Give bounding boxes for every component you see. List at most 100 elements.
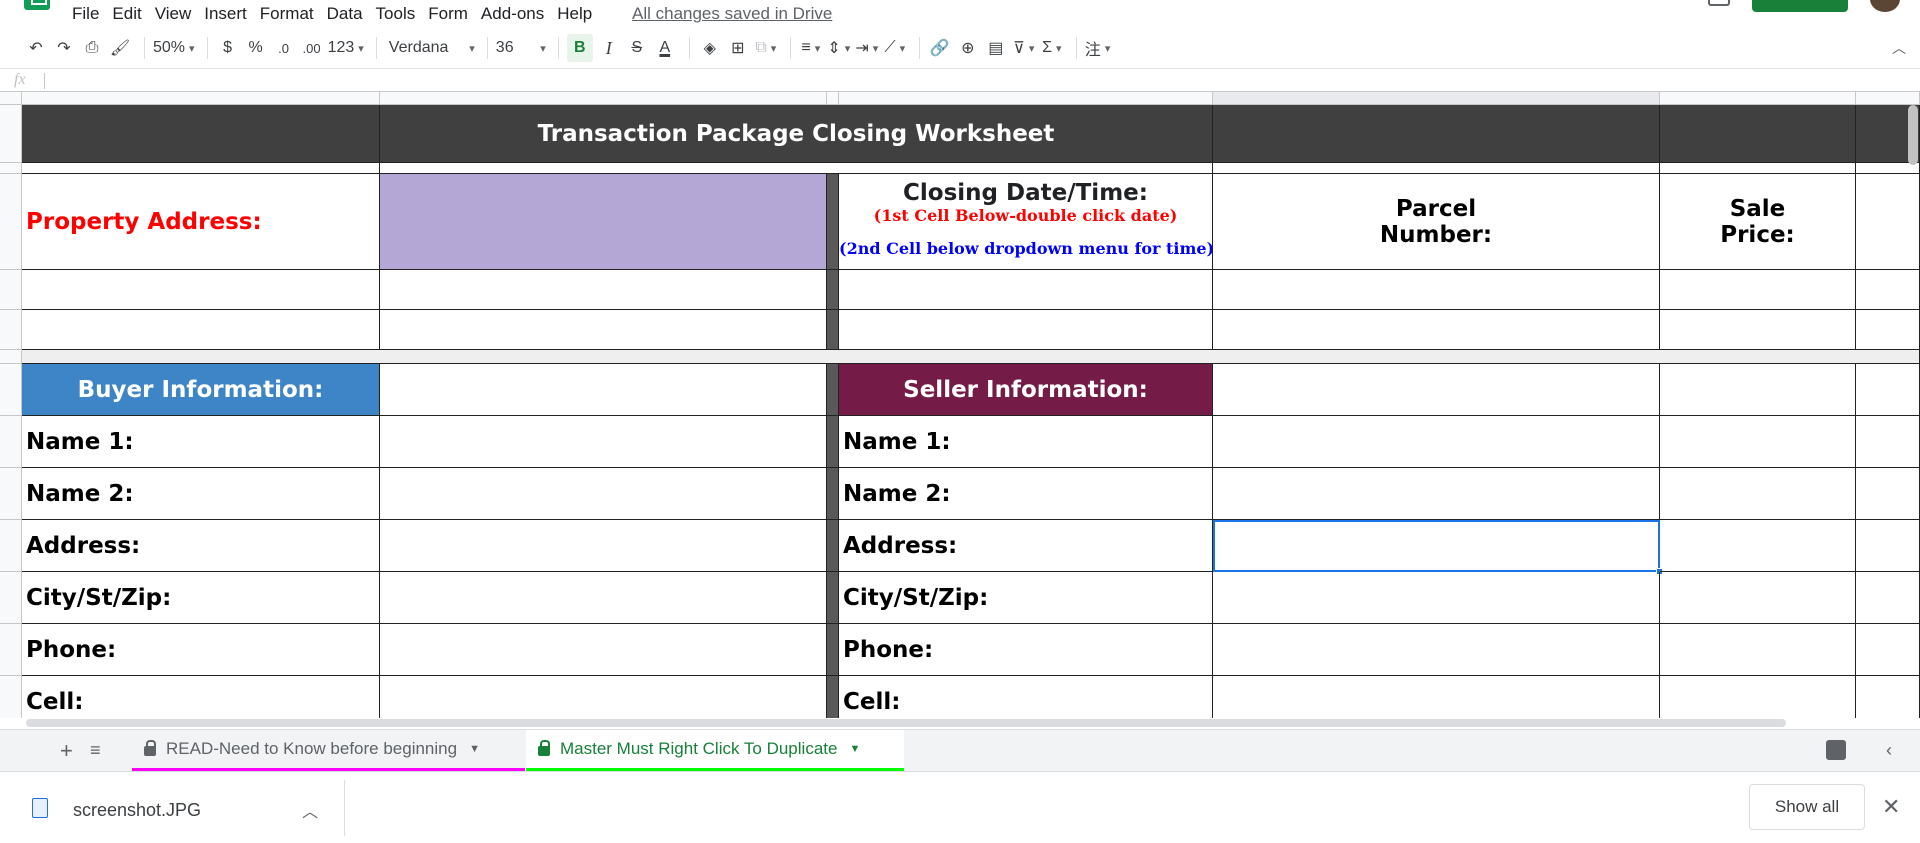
cell[interactable] <box>1856 676 1920 718</box>
menu-view[interactable]: View <box>155 4 192 24</box>
menu-data[interactable]: Data <box>327 4 363 24</box>
zoom-select[interactable]: 50% <box>153 34 195 62</box>
percent-format-button[interactable]: % <box>244 34 268 62</box>
cell-title-right[interactable] <box>1660 105 1856 163</box>
row-header[interactable] <box>0 624 22 676</box>
merge-cells-icon[interactable]: ⧉ <box>754 34 778 62</box>
cell[interactable] <box>1660 310 1856 350</box>
input-tools-icon[interactable]: 注 <box>1085 34 1111 62</box>
buyer-field-input[interactable] <box>380 572 827 624</box>
buyer-field-input[interactable] <box>380 676 827 718</box>
cell[interactable] <box>22 270 380 310</box>
close-icon[interactable]: ✕ <box>1882 794 1900 820</box>
buyer-field-label[interactable]: Address: <box>22 520 380 572</box>
cell[interactable] <box>380 163 1213 174</box>
menu-tools[interactable]: Tools <box>376 4 416 24</box>
sale-price-input[interactable] <box>1660 270 1856 310</box>
text-rotation-icon[interactable]: ⟋ <box>883 34 907 62</box>
closing-date-input[interactable] <box>839 270 1213 310</box>
cell[interactable] <box>1660 624 1856 676</box>
column-header-a[interactable] <box>22 92 380 105</box>
closing-time-dropdown[interactable] <box>839 310 1213 350</box>
cell[interactable] <box>1660 364 1856 416</box>
column-header-c[interactable] <box>827 92 839 105</box>
vertical-scrollbar[interactable] <box>1908 105 1918 165</box>
column-header-b[interactable] <box>380 92 827 105</box>
active-cell[interactable] <box>1213 520 1660 572</box>
property-address-label[interactable]: Property Address: <box>22 174 380 270</box>
paint-format-icon[interactable]: 🖌 <box>108 34 132 62</box>
share-button[interactable] <box>1752 0 1848 12</box>
all-sheets-icon[interactable]: ≡ <box>90 740 101 761</box>
menu-format[interactable]: Format <box>260 4 314 24</box>
seller-field-input[interactable] <box>1213 468 1660 520</box>
chevron-up-icon[interactable]: ︿ <box>302 798 318 822</box>
insert-link-icon[interactable]: 🔗 <box>928 34 952 62</box>
decrease-decimal-button[interactable]: .0 <box>272 34 296 62</box>
buyer-field-input[interactable] <box>380 416 827 468</box>
column-header-g[interactable] <box>1856 92 1920 105</box>
menu-help[interactable]: Help <box>557 4 592 24</box>
more-formats-select[interactable]: 123 <box>328 34 364 62</box>
font-size-select[interactable]: 36 <box>496 34 546 62</box>
row-header[interactable] <box>0 364 22 416</box>
row-header[interactable] <box>0 468 22 520</box>
seller-field-label[interactable]: Cell: <box>839 676 1213 718</box>
avatar[interactable] <box>1870 0 1900 12</box>
collapse-toolbar-icon[interactable]: ︿ <box>1892 38 1906 58</box>
cell[interactable] <box>1213 163 1660 174</box>
cell-title-right[interactable] <box>1213 105 1660 163</box>
insert-chart-icon[interactable]: ▤ <box>984 34 1008 62</box>
seller-field-label[interactable]: Name 1: <box>839 416 1213 468</box>
cell[interactable] <box>22 163 380 174</box>
cell[interactable] <box>1856 468 1920 520</box>
cell[interactable] <box>1660 676 1856 718</box>
menu-addons[interactable]: Add-ons <box>481 4 544 24</box>
cell[interactable] <box>380 310 827 350</box>
cell[interactable] <box>1856 624 1920 676</box>
menu-form[interactable]: Form <box>428 4 468 24</box>
chevron-down-icon[interactable]: ▼ <box>849 743 860 755</box>
seller-field-input[interactable] <box>1213 416 1660 468</box>
buyer-field-label[interactable]: Name 1: <box>22 416 380 468</box>
download-file-name[interactable]: screenshot.JPG <box>73 800 201 821</box>
buyer-info-header[interactable]: Buyer Information: <box>22 364 380 416</box>
text-wrapping-icon[interactable]: ⇥ <box>855 34 879 62</box>
sale-price-header[interactable]: Sale Price: <box>1660 174 1856 270</box>
seller-field-label[interactable]: City/St/Zip: <box>839 572 1213 624</box>
closing-date-header[interactable]: Closing Date/Time: (1st Cell Below-doubl… <box>839 174 1213 270</box>
text-color-button[interactable]: A <box>653 34 677 62</box>
row-header[interactable] <box>0 310 22 350</box>
seller-field-input[interactable] <box>1213 572 1660 624</box>
cell[interactable] <box>1660 468 1856 520</box>
fill-color-icon[interactable]: ◈ <box>698 34 722 62</box>
show-all-button[interactable]: Show all <box>1749 784 1865 830</box>
bold-button[interactable]: B <box>566 34 593 62</box>
insert-comment-icon[interactable]: ⊕ <box>956 34 980 62</box>
row-header[interactable] <box>0 163 22 174</box>
buyer-field-input[interactable] <box>380 520 827 572</box>
filter-icon[interactable]: ⊽ <box>1012 34 1036 62</box>
column-header-d[interactable] <box>839 92 1213 105</box>
sheet-tab-master[interactable]: Master Must Right Click To Duplicate ▼ <box>526 730 904 772</box>
strikethrough-button[interactable]: S <box>625 34 649 62</box>
select-all-corner[interactable] <box>0 92 22 105</box>
buyer-field-label[interactable]: Name 2: <box>22 468 380 520</box>
row-header[interactable] <box>0 105 22 163</box>
cell-title-left[interactable] <box>22 105 380 163</box>
cell[interactable] <box>1856 174 1920 270</box>
parcel-number-input[interactable] <box>1213 270 1660 310</box>
parcel-number-header[interactable]: Parcel Number: <box>1213 174 1660 270</box>
row-header[interactable] <box>0 174 22 270</box>
cell[interactable] <box>1660 520 1856 572</box>
add-sheet-icon[interactable]: + <box>60 738 73 764</box>
print-icon[interactable]: ⎙ <box>80 34 104 62</box>
side-panel-toggle-icon[interactable]: ‹ <box>1886 740 1892 761</box>
column-header-e[interactable] <box>1213 92 1660 105</box>
row-header[interactable] <box>0 270 22 310</box>
buyer-field-input[interactable] <box>380 468 827 520</box>
increase-decimal-button[interactable]: .00 <box>300 34 324 62</box>
sheet-tab-read[interactable]: READ-Need to Know before beginning ▼ <box>132 730 525 772</box>
row-header[interactable] <box>0 350 22 364</box>
cell[interactable] <box>1660 416 1856 468</box>
